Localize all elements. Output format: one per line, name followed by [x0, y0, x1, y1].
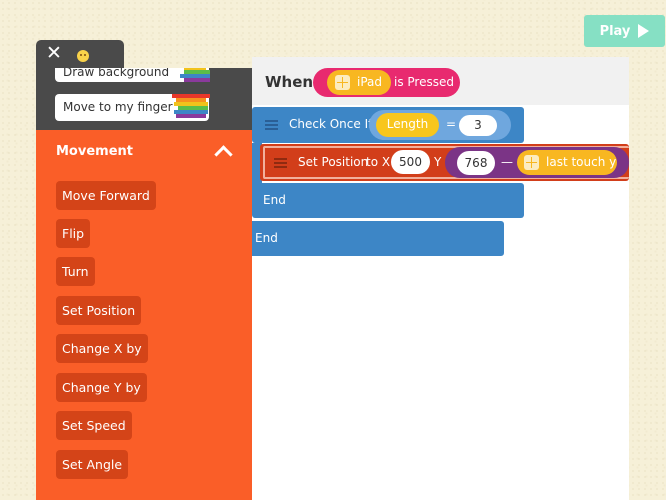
movement-section: Movement Move Forward Flip Turn Set Posi… [36, 130, 252, 500]
close-tab: ✕ [36, 40, 124, 70]
end-outer-block[interactable]: End [252, 221, 504, 256]
saved-rules-section: Draw background Move to my finger [36, 68, 252, 130]
block-change-x[interactable]: Change X by [56, 334, 148, 363]
snippet-label: Move to my finger [63, 100, 173, 114]
check-once-if-block[interactable]: Check Once If Length = 3 [252, 107, 524, 143]
condition-pill[interactable]: Length = 3 [369, 110, 511, 140]
y-value-field[interactable]: 768 [457, 151, 495, 175]
end-inner-block[interactable]: End [252, 183, 524, 218]
trigger-pill[interactable]: iPad is Pressed [313, 68, 460, 97]
event-label: is Pressed [394, 75, 454, 89]
block-label: Move Forward [62, 188, 150, 203]
block-set-angle[interactable]: Set Angle [56, 450, 128, 479]
block-label: Set Speed [62, 418, 126, 433]
block-label: Turn [62, 264, 89, 279]
play-icon [638, 24, 649, 38]
drag-handle-icon[interactable] [265, 120, 278, 130]
trait-length-chip[interactable]: Length [376, 113, 439, 137]
object-label: iPad [357, 75, 382, 89]
drag-handle-icon[interactable] [274, 158, 287, 168]
end-label: End [255, 231, 278, 245]
rainbow-icon [184, 68, 210, 82]
block-change-y[interactable]: Change Y by [56, 373, 147, 402]
block-label: Change Y by [62, 380, 141, 395]
condition-value-field[interactable]: 3 [459, 115, 497, 136]
chevron-up-icon[interactable] [214, 145, 232, 163]
block-flip[interactable]: Flip [56, 219, 90, 248]
object-grid-icon [335, 75, 350, 90]
trait-label: Length [387, 117, 428, 131]
when-label: When [265, 73, 313, 91]
play-button[interactable]: Play [584, 15, 665, 47]
object-grid-icon [524, 155, 539, 170]
x-value: 500 [399, 155, 422, 169]
play-label: Play [600, 24, 631, 39]
when-bar: When iPad is Pressed [252, 57, 629, 105]
block-set-position[interactable]: Set Position [56, 296, 141, 325]
to-x-label: to X [366, 155, 390, 169]
x-value-field[interactable]: 500 [391, 150, 430, 174]
code-area: When iPad is Pressed Check Once If Lengt… [252, 57, 629, 500]
condition-value: 3 [474, 118, 482, 132]
section-title: Movement [56, 144, 133, 159]
block-label: Change X by [62, 341, 142, 356]
operator-equals: = [446, 117, 456, 131]
set-position-block[interactable]: Set Position to X 500 Y 768 — last touch… [260, 144, 629, 181]
set-position-label: Set Position [298, 155, 368, 169]
block-move-forward[interactable]: Move Forward [56, 181, 156, 210]
block-turn[interactable]: Turn [56, 257, 95, 286]
y-expression-pill[interactable]: 768 — last touch y [445, 147, 629, 178]
close-icon[interactable]: ✕ [46, 42, 62, 64]
snippet-label: Draw background [63, 68, 169, 79]
operator-minus: — [501, 155, 513, 169]
check-label: Check Once If [289, 117, 372, 131]
emoji-icon[interactable] [77, 50, 89, 62]
block-set-speed[interactable]: Set Speed [56, 411, 132, 440]
ipad-object-chip[interactable]: iPad [327, 70, 391, 95]
rainbow-icon [172, 94, 210, 118]
y-label: Y [434, 155, 441, 169]
block-label: Flip [62, 226, 84, 241]
end-label: End [263, 193, 286, 207]
y-value: 768 [465, 156, 488, 170]
last-touch-label: last touch y [546, 155, 616, 169]
block-label: Set Position [62, 303, 135, 318]
block-label: Set Angle [62, 457, 122, 472]
last-touch-y-chip[interactable]: last touch y [517, 150, 617, 175]
